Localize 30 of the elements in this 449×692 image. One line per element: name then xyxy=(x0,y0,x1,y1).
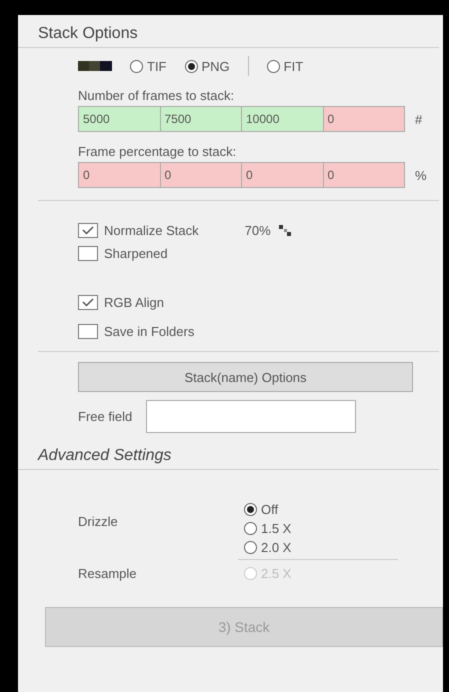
drizzle-radio[interactable]: Off xyxy=(244,502,292,517)
checkbox[interactable] xyxy=(78,324,98,339)
drizzle-radio[interactable]: 2.0 X xyxy=(244,540,292,555)
check-icon xyxy=(82,226,94,235)
unit-label: # xyxy=(415,112,422,126)
drizzle-radio[interactable]: 1.5 X xyxy=(244,521,292,536)
section-title: Advanced Settings xyxy=(18,445,439,470)
field-label: Drizzle xyxy=(78,514,119,529)
format-radio[interactable]: TIF xyxy=(130,58,166,74)
checkbox-label: Normalize Stack xyxy=(104,223,199,238)
options-button[interactable]: Stack(name) Options xyxy=(78,362,413,392)
checkbox[interactable] xyxy=(78,295,98,310)
field-label: Free field xyxy=(78,409,132,424)
dots-icon[interactable] xyxy=(276,224,293,238)
field-label: Resample xyxy=(78,566,138,581)
color-swatch-icon xyxy=(78,61,112,71)
percent-reading: 70% xyxy=(244,223,271,238)
section-title: Stack Options xyxy=(18,23,439,48)
format-radio[interactable]: FIT xyxy=(266,58,304,74)
input-field[interactable] xyxy=(146,400,356,433)
format-radio[interactable]: PNG xyxy=(184,58,230,74)
check-icon xyxy=(82,298,94,307)
unit-label: % xyxy=(415,168,427,182)
checkbox-label: RGB Align xyxy=(104,295,164,310)
checkbox[interactable] xyxy=(78,246,98,261)
checkbox-label: Save in Folders xyxy=(104,324,194,339)
field-label: Frame percentage to stack: xyxy=(78,144,238,159)
checkbox-label: Sharpened xyxy=(104,246,168,261)
field-label: Number of frames to stack: xyxy=(78,88,236,103)
checkbox[interactable] xyxy=(78,223,98,238)
